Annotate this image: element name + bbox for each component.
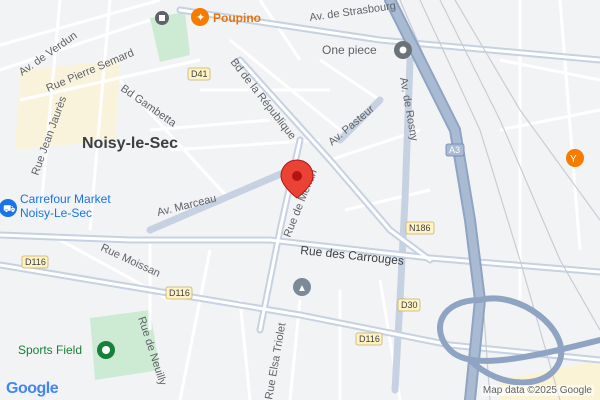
svg-text:✦: ✦ bbox=[196, 12, 205, 24]
route-shield-d116-west: D116 bbox=[21, 255, 49, 269]
route-shield-a3: A3 bbox=[445, 143, 465, 157]
svg-text:D116: D116 bbox=[359, 334, 380, 344]
poi-school[interactable]: ▲ bbox=[293, 278, 311, 296]
poi-sports-field[interactable]: Sports Field bbox=[18, 341, 115, 359]
poi-poupino[interactable]: ✦ Poupino bbox=[191, 8, 261, 26]
route-shield-d30: D30 bbox=[397, 298, 421, 312]
svg-text:⛟: ⛟ bbox=[3, 204, 16, 215]
poi-label-one-piece: One piece bbox=[322, 43, 377, 57]
route-shield-n186: N186 bbox=[405, 221, 435, 235]
svg-text:▲: ▲ bbox=[297, 283, 307, 294]
svg-text:D116: D116 bbox=[25, 257, 46, 267]
poi-label-poupino: Poupino bbox=[213, 11, 261, 25]
city-label: Noisy-le-Sec bbox=[82, 135, 178, 152]
svg-text:A3: A3 bbox=[449, 145, 460, 155]
poi-label-carrefour-line1: Carrefour Market bbox=[20, 192, 111, 206]
marker-pin-icon bbox=[292, 171, 302, 181]
route-shield-d41: D41 bbox=[187, 67, 211, 81]
poi-label-sports-field: Sports Field bbox=[18, 343, 82, 357]
map-attribution[interactable]: Map data ©2025 Google bbox=[480, 385, 594, 396]
google-logo: Google bbox=[6, 380, 59, 397]
svg-text:D116: D116 bbox=[169, 288, 190, 298]
poi-bar[interactable]: Y bbox=[566, 149, 584, 167]
poi-shopping-left[interactable] bbox=[155, 11, 169, 25]
svg-text:N186: N186 bbox=[409, 223, 431, 233]
svg-text:D30: D30 bbox=[401, 300, 418, 310]
poi-one-piece[interactable]: One piece bbox=[322, 41, 412, 59]
svg-text:Y: Y bbox=[570, 154, 577, 165]
route-shield-d116-center: D116 bbox=[165, 286, 193, 300]
svg-text:D41: D41 bbox=[191, 69, 208, 79]
poi-label-carrefour-line2: Noisy-Le-Sec bbox=[20, 206, 92, 220]
map-canvas[interactable]: Av. de Strasbourg Av. de Verdun Rue Pier… bbox=[0, 0, 600, 400]
route-shield-d116-east: D116 bbox=[355, 332, 383, 346]
